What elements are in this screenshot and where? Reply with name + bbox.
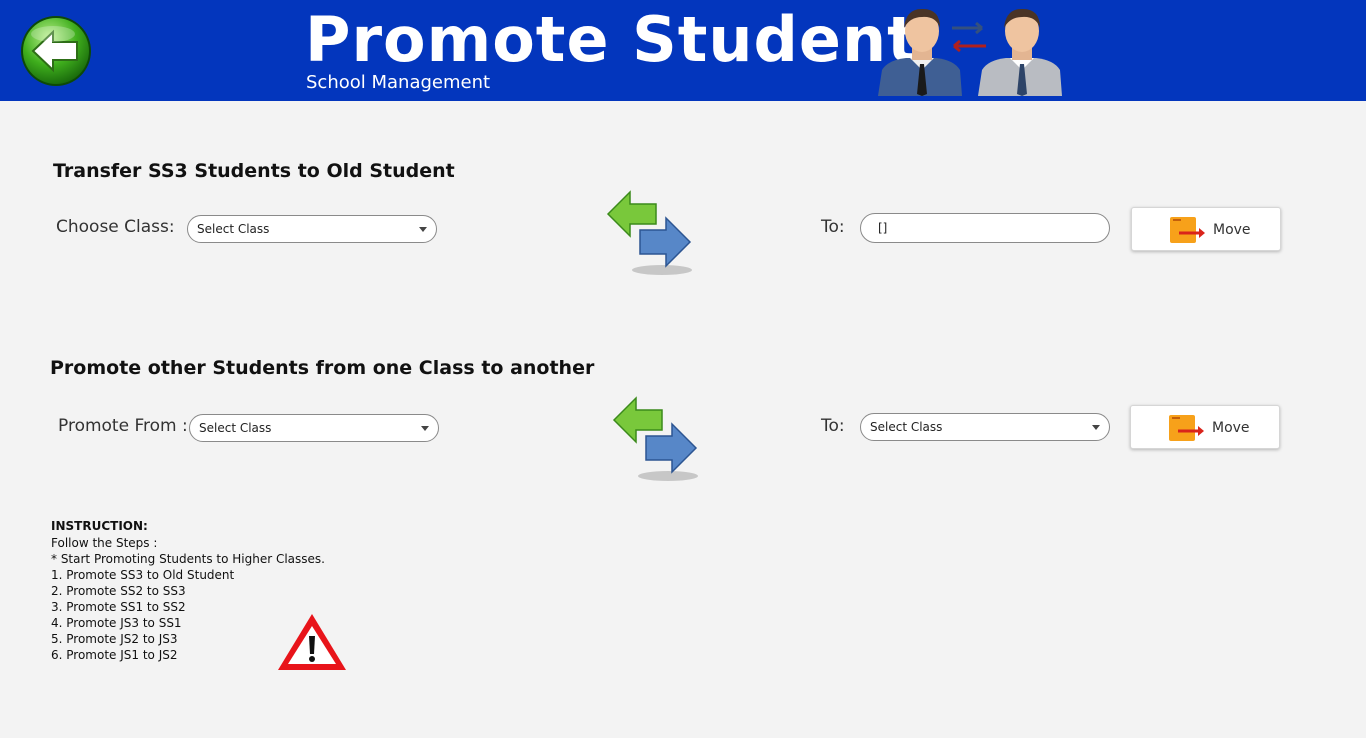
back-button[interactable]: [19, 14, 93, 88]
warning-icon: [278, 614, 346, 670]
page-title: Promote Student: [305, 3, 918, 76]
back-arrow-icon: [21, 16, 91, 86]
choose-class-label: Choose Class:: [56, 217, 175, 237]
promote-to-value: Select Class: [870, 420, 943, 434]
transfer-to-value: []: [878, 221, 888, 235]
transfer-move-label: Move: [1213, 222, 1251, 238]
choose-class-value: Select Class: [197, 222, 270, 236]
instruction-line: * Start Promoting Students to Higher Cla…: [51, 552, 325, 566]
chevron-down-icon: [1092, 425, 1100, 430]
promote-move-label: Move: [1212, 420, 1250, 436]
instruction-line: 3. Promote SS1 to SS2: [51, 600, 186, 614]
promote-from-value: Select Class: [199, 421, 272, 435]
transfer-move-button[interactable]: Move: [1131, 207, 1281, 251]
promote-section-title: Promote other Students from one Class to…: [50, 357, 595, 379]
instruction-line: 4. Promote JS3 to SS1: [51, 616, 182, 630]
box-move-icon: [1170, 217, 1205, 243]
instruction-line: 5. Promote JS2 to JS3: [51, 632, 178, 646]
instruction-line: 6. Promote JS1 to JS2: [51, 648, 178, 662]
box-move-icon: [1169, 415, 1204, 441]
chevron-down-icon: [421, 426, 429, 431]
promote-move-button[interactable]: Move: [1130, 405, 1280, 449]
header-bar: Promote Student School Management: [0, 0, 1366, 101]
instruction-line: Follow the Steps :: [51, 536, 158, 550]
promote-from-label: Promote From :: [58, 416, 188, 436]
instruction-heading: INSTRUCTION:: [51, 519, 148, 533]
students-transfer-icon: [878, 8, 1062, 96]
page-subtitle: School Management: [306, 72, 491, 93]
transfer-section-title: Transfer SS3 Students to Old Student: [53, 160, 455, 182]
instruction-line: 2. Promote SS2 to SS3: [51, 584, 186, 598]
chevron-down-icon: [419, 227, 427, 232]
transfer-to-label: To:: [821, 217, 845, 237]
transfer-arrows-icon: [612, 396, 698, 481]
promote-to-label: To:: [821, 416, 845, 436]
transfer-arrows-icon: [606, 190, 692, 275]
instruction-line: 1. Promote SS3 to Old Student: [51, 568, 235, 582]
promote-from-select[interactable]: Select Class: [189, 414, 439, 442]
promote-to-select[interactable]: Select Class: [860, 413, 1110, 441]
choose-class-select[interactable]: Select Class: [187, 215, 437, 243]
transfer-to-field[interactable]: []: [860, 213, 1110, 243]
